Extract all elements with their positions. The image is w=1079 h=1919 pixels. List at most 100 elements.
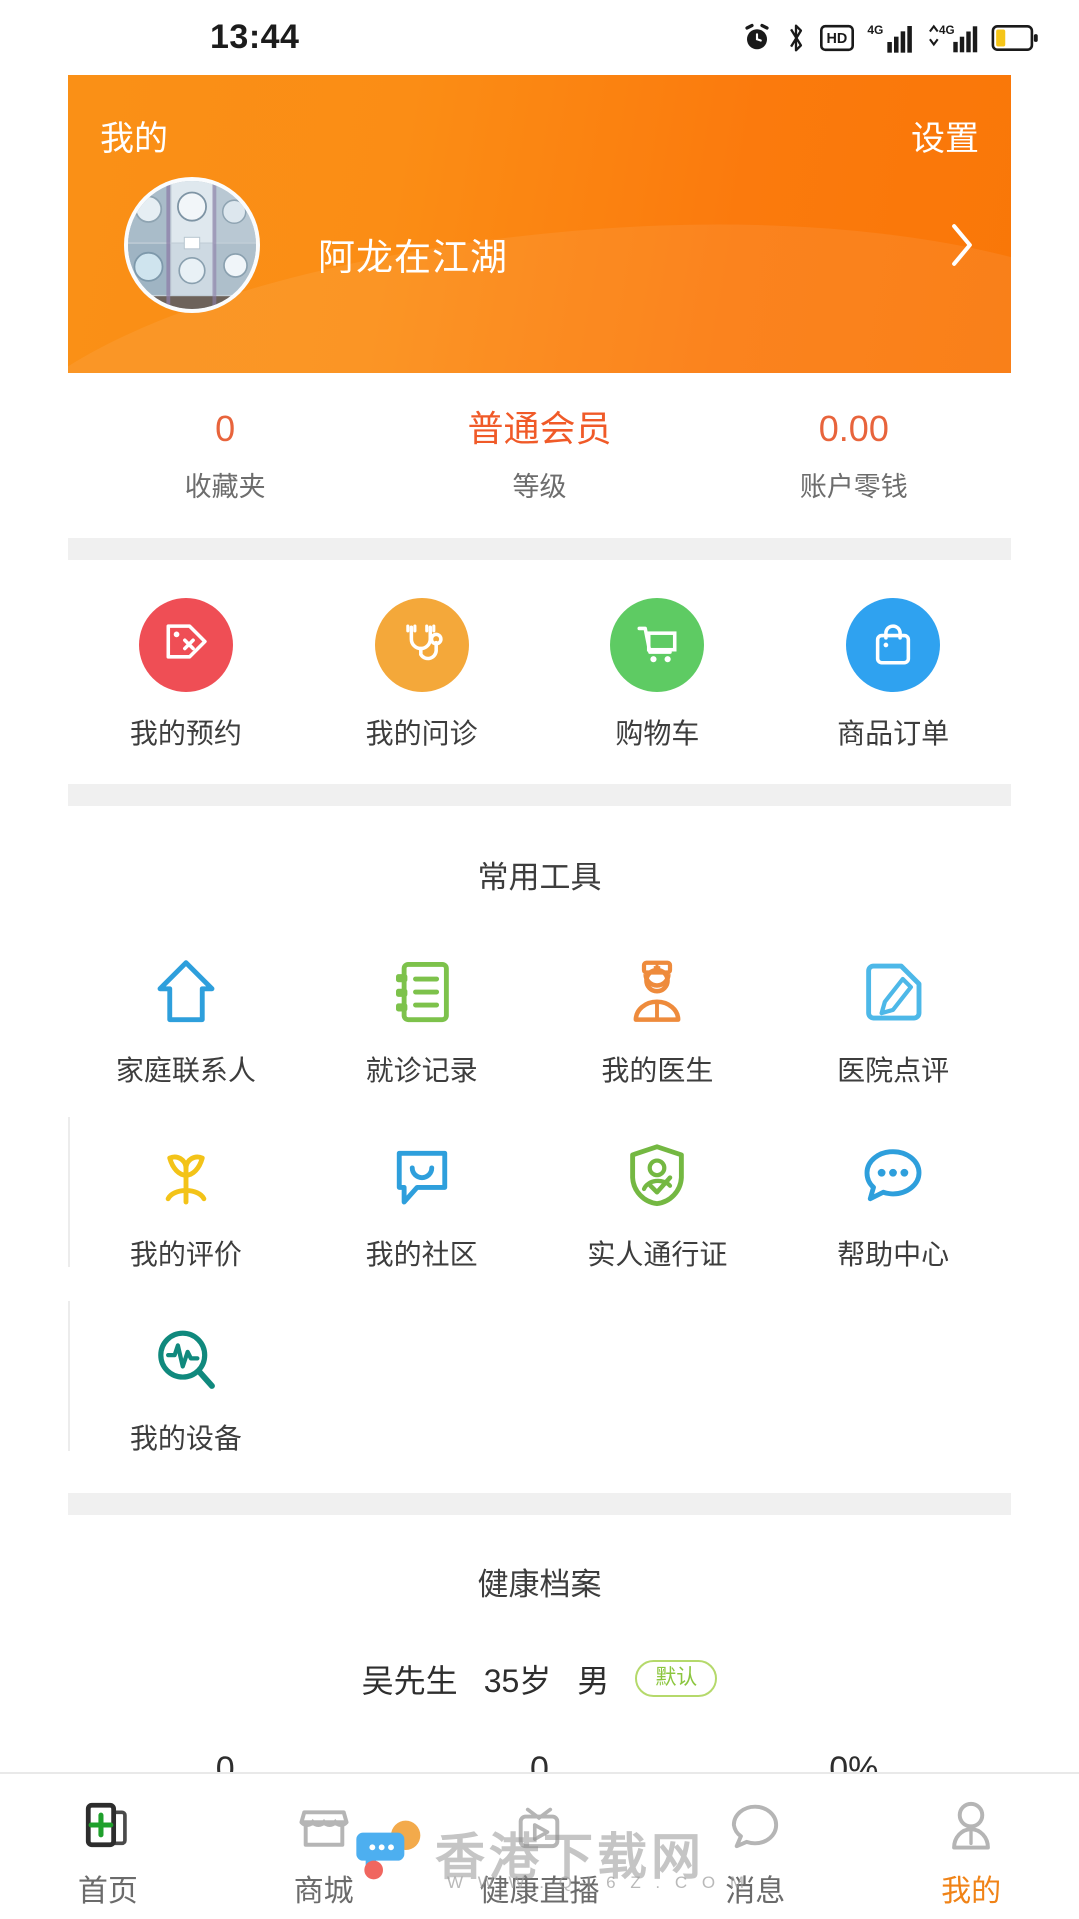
stat-label: 账户零钱 <box>799 471 908 502</box>
battery-icon <box>991 24 1039 51</box>
tool-label: 家庭联系人 <box>115 1054 256 1086</box>
stethoscope-icon <box>374 597 469 692</box>
tool-visit-records[interactable]: 就诊记录 <box>304 931 540 1115</box>
stats-row: 0 收藏夹 普通会员 等级 0.00 账户零钱 <box>68 373 1011 538</box>
avatar[interactable] <box>124 177 260 313</box>
shield-person-icon <box>540 1133 776 1219</box>
stat-value: 0.00 <box>818 408 889 449</box>
nav-item-store[interactable]: 商城 <box>216 1786 432 1910</box>
signal-4g-icon: 4G <box>867 22 913 54</box>
section-divider <box>68 783 1011 806</box>
health-record-title: 健康档案 <box>477 1566 602 1602</box>
nav-item-messages[interactable]: 消息 <box>647 1786 863 1910</box>
quick-action-label: 我的问诊 <box>365 717 478 749</box>
tool-label: 我的医生 <box>601 1054 714 1086</box>
nav-label: 消息 <box>725 1875 786 1908</box>
stat-label: 等级 <box>512 471 567 502</box>
signal-4g-secondary-icon: 4G <box>926 22 978 54</box>
tool-label: 我的社区 <box>365 1238 478 1270</box>
tool-label: 我的设备 <box>129 1422 242 1454</box>
tool-real-name-pass[interactable]: 实人通行证 <box>540 1115 776 1299</box>
quick-action-label: 我的预约 <box>129 717 242 749</box>
tools-section: 常用工具 家庭联系人 就诊记录 我的医生 医院点评 我的评价 我的社区 实人通行… <box>68 805 1011 1493</box>
doctor-icon <box>540 949 776 1035</box>
profile-header: 我的 设置 阿龙在江湖 <box>68 75 1011 373</box>
person-age: 35岁 <box>483 1662 552 1699</box>
shopping-bag-icon <box>846 597 941 692</box>
tool-hospital-review[interactable]: 医院点评 <box>775 931 1011 1115</box>
health-record-section: 健康档案 吴先生 35岁 男 默认 0 0 0% <box>68 1514 1011 1799</box>
grid-divider <box>68 1116 70 1267</box>
avatar-image <box>128 181 256 309</box>
tool-family-contacts[interactable]: 家庭联系人 <box>68 931 304 1115</box>
nav-label: 商城 <box>293 1875 354 1908</box>
pencil-edit-icon <box>775 949 1011 1035</box>
tool-my-doctor[interactable]: 我的医生 <box>540 931 776 1115</box>
tool-my-community[interactable]: 我的社区 <box>304 1115 540 1299</box>
tv-play-icon <box>432 1786 648 1864</box>
tools-grid: 家庭联系人 就诊记录 我的医生 医院点评 我的评价 我的社区 实人通行证 帮助中… <box>68 931 1011 1483</box>
home-plus-icon <box>0 1786 216 1864</box>
pulse-search-icon <box>68 1317 304 1403</box>
hd-voice-icon: HD <box>820 24 854 52</box>
shopping-cart-icon <box>610 597 705 692</box>
bottom-navigation: 首页 商城 健康直播 消息 我的 <box>0 1772 1079 1919</box>
nav-label: 我的 <box>941 1875 1002 1908</box>
alarm-icon <box>742 23 772 53</box>
quick-actions-row: 我的预约 我的问诊 购物车 商品订单 <box>68 559 1011 784</box>
quick-action-appointments[interactable]: 我的预约 <box>68 597 304 752</box>
tool-label: 就诊记录 <box>365 1054 478 1086</box>
chevron-right-icon[interactable] <box>949 223 975 267</box>
stat-value: 普通会员 <box>467 408 612 449</box>
tag-icon <box>138 597 233 692</box>
nav-item-mine[interactable]: 我的 <box>863 1786 1079 1910</box>
tool-help-center[interactable]: 帮助中心 <box>775 1115 1011 1299</box>
status-bar: 13:44 HD 4G 4G <box>0 0 1079 75</box>
tool-my-devices[interactable]: 我的设备 <box>68 1299 304 1483</box>
user-name: 阿龙在江湖 <box>318 237 508 278</box>
tulip-flower-icon <box>68 1133 304 1219</box>
notebook-icon <box>304 949 540 1035</box>
section-divider <box>68 537 1011 560</box>
settings-button[interactable]: 设置 <box>911 111 979 160</box>
status-badge: 默认 <box>635 1660 718 1698</box>
store-icon <box>216 1786 432 1864</box>
quick-action-consultation[interactable]: 我的问诊 <box>304 597 540 752</box>
message-bubble-icon <box>647 1786 863 1864</box>
tool-my-reviews[interactable]: 我的评价 <box>68 1115 304 1299</box>
nav-item-health-live[interactable]: 健康直播 <box>432 1786 648 1910</box>
person-name: 吴先生 <box>361 1662 458 1699</box>
quick-action-label: 商品订单 <box>837 717 950 749</box>
quick-action-label: 购物车 <box>615 717 700 749</box>
stat-value: 0 <box>215 408 236 449</box>
quick-action-cart[interactable]: 购物车 <box>540 597 776 752</box>
section-divider <box>68 1492 1011 1515</box>
svg-text:HD: HD <box>827 31 848 47</box>
house-icon <box>68 949 304 1035</box>
stat-level[interactable]: 普通会员 等级 <box>382 409 696 504</box>
tool-label: 医院点评 <box>837 1054 950 1086</box>
stat-balance[interactable]: 0.00 账户零钱 <box>697 409 1011 504</box>
stat-favorites[interactable]: 0 收藏夹 <box>68 409 382 504</box>
chat-smile-icon <box>304 1133 540 1219</box>
page-title: 我的 <box>100 120 168 158</box>
tool-label: 我的评价 <box>129 1238 242 1270</box>
tool-label: 实人通行证 <box>587 1238 728 1270</box>
quick-action-orders[interactable]: 商品订单 <box>775 597 1011 752</box>
grid-divider <box>68 1300 70 1451</box>
status-bar-time: 13:44 <box>210 18 300 56</box>
nav-item-home[interactable]: 首页 <box>0 1786 216 1910</box>
person-sex: 男 <box>577 1662 610 1699</box>
svg-text:4G: 4G <box>939 24 955 37</box>
status-bar-icons: HD 4G 4G <box>742 22 1039 54</box>
bluetooth-icon <box>785 22 807 54</box>
tool-label: 帮助中心 <box>837 1238 950 1270</box>
chat-dots-icon <box>775 1133 1011 1219</box>
health-record-person[interactable]: 吴先生 35岁 男 默认 <box>68 1656 1011 1750</box>
person-icon <box>863 1786 1079 1864</box>
nav-label: 首页 <box>77 1875 138 1908</box>
tools-section-title: 常用工具 <box>477 859 602 895</box>
svg-text:4G: 4G <box>867 23 883 37</box>
nav-label: 健康直播 <box>479 1875 600 1908</box>
stat-label: 收藏夹 <box>184 471 266 502</box>
